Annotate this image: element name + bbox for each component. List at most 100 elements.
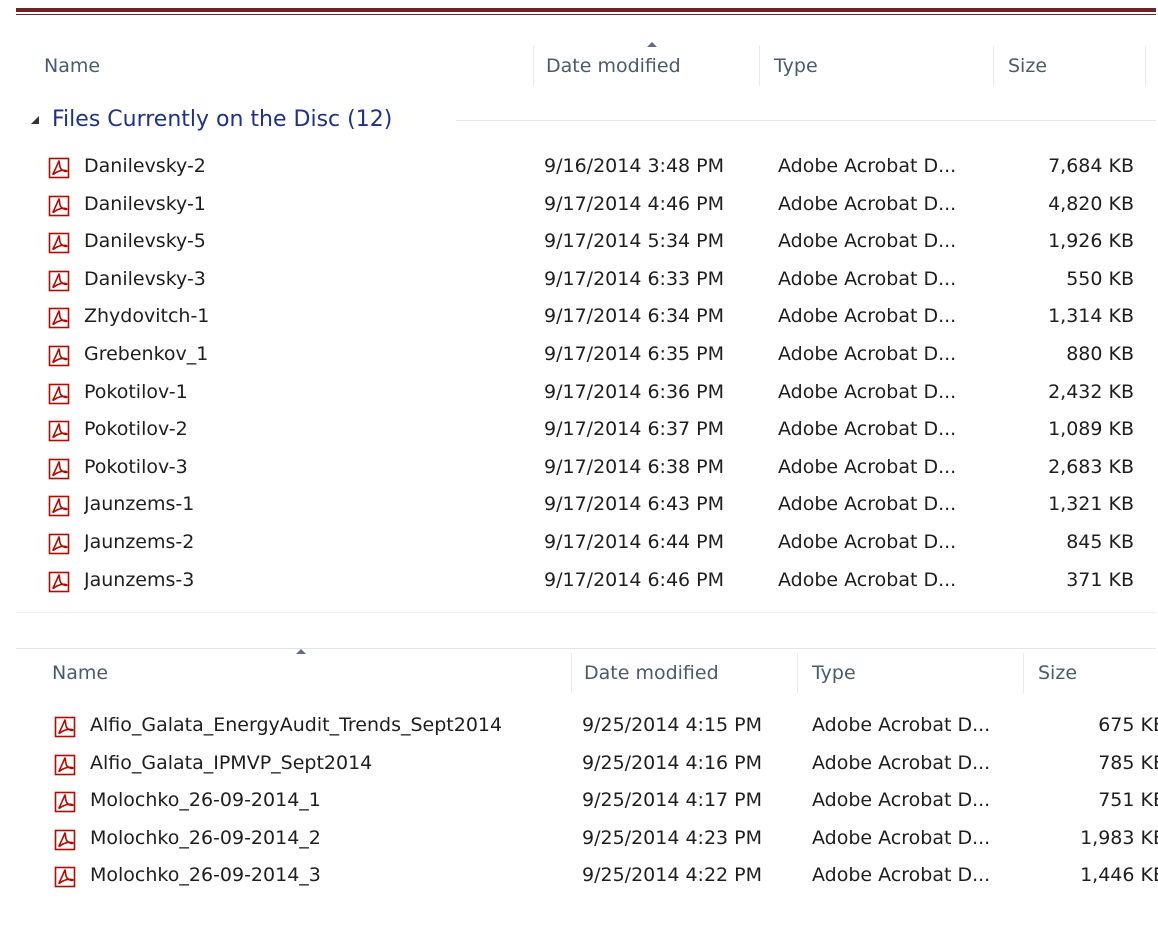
file-type: Adobe Acrobat D...	[778, 380, 957, 403]
file-date-modified: 9/25/2014 4:15 PM	[582, 714, 763, 736]
pdf-file-icon	[48, 383, 70, 404]
file-row[interactable]: Jaunzems-3 9/17/2014 6:46 PM Adobe Acrobat…	[16, 562, 1156, 600]
file-name: Jaunzems-3	[84, 568, 195, 591]
file-size: 2,683 KB	[1048, 455, 1134, 478]
group-title: Files Currently on the Disc (12)	[52, 107, 393, 132]
file-size: 1,321 KB	[1048, 493, 1134, 516]
file-date-modified: 9/17/2014 6:36 PM	[544, 380, 725, 403]
file-name: Jaunzems-1	[84, 493, 195, 516]
column-header-date-modified[interactable]: Date modified	[572, 653, 798, 693]
file-name: Alfio_Galata_EnergyAudit_Trends_Sept2014	[90, 714, 503, 736]
file-date-modified: 9/25/2014 4:17 PM	[582, 789, 763, 812]
file-type: Adobe Acrobat D...	[778, 568, 957, 591]
column-header-name-label: Name	[44, 55, 101, 77]
document-header-rule-thin	[16, 14, 1156, 15]
file-name: Danilevsky-2	[84, 155, 206, 177]
file-name: Danilevsky-5	[84, 230, 206, 253]
file-name: Zhydovitch-1	[84, 305, 210, 328]
column-header-type-label: Type	[774, 55, 818, 77]
file-name: Pokotilov-2	[84, 418, 188, 441]
file-name: Jaunzems-2	[84, 530, 195, 553]
column-header-type-label: Type	[812, 662, 856, 684]
file-row[interactable]: Danilevsky-1 9/17/2014 4:46 PM Adobe Acrob…	[16, 186, 1156, 224]
file-row[interactable]: Molochko_26-09-2014_1 9/25/2014 4:17 PM Ad…	[16, 782, 1158, 820]
sort-ascending-icon	[296, 649, 306, 654]
file-name: Grebenkov_1	[84, 342, 209, 365]
pdf-file-icon	[54, 716, 76, 738]
file-size: 880 KB	[1066, 342, 1134, 365]
pdf-file-icon	[48, 195, 70, 216]
file-date-modified: 9/25/2014 4:23 PM	[582, 826, 763, 849]
column-header-size[interactable]: Size	[996, 46, 1146, 86]
column-header-date-label: Date modified	[546, 55, 681, 77]
file-row[interactable]: Danilevsky-2 9/16/2014 3:48 PM Adobe Acrob…	[16, 148, 1156, 186]
file-size: 4,820 KB	[1048, 192, 1134, 215]
file-row[interactable]: Zhydovitch-1 9/17/2014 6:34 PM Adobe Acrob…	[16, 298, 1156, 336]
file-type: Adobe Acrobat D...	[778, 530, 957, 553]
file-type: Adobe Acrobat D...	[812, 826, 991, 849]
file-size: 785 KB	[1098, 751, 1158, 774]
column-header-row: Name Date modified Type Size	[16, 649, 1156, 693]
pdf-file-icon	[48, 270, 70, 292]
file-size: 371 KB	[1066, 568, 1134, 591]
group-divider	[456, 120, 1156, 121]
file-type: Adobe Acrobat D...	[778, 342, 957, 365]
file-name: Molochko_26-09-2014_2	[90, 826, 321, 849]
column-header-size-label: Size	[1038, 662, 1078, 684]
file-row[interactable]: Danilevsky-5 9/17/2014 5:34 PM Adobe Acrob…	[16, 223, 1156, 261]
file-row[interactable]: Pokotilov-2 9/17/2014 6:37 PM Adobe Acroba…	[16, 411, 1156, 449]
file-size: 1,926 KB	[1048, 230, 1134, 253]
column-header-date-label: Date modified	[584, 662, 719, 684]
file-date-modified: 9/17/2014 6:43 PM	[544, 493, 725, 516]
file-type: Adobe Acrobat D...	[812, 864, 991, 887]
file-type: Adobe Acrobat D...	[778, 230, 957, 253]
file-type: Adobe Acrobat D...	[778, 155, 957, 177]
file-row[interactable]: Jaunzems-2 9/17/2014 6:44 PM Adobe Acrobat…	[16, 524, 1156, 562]
file-type: Adobe Acrobat D...	[778, 455, 957, 478]
file-date-modified: 9/17/2014 6:33 PM	[544, 267, 725, 290]
file-size: 550 KB	[1066, 267, 1134, 290]
column-header-date-modified[interactable]: Date modified	[534, 42, 760, 86]
column-header-type[interactable]: Type	[762, 46, 994, 86]
file-row[interactable]: Danilevsky-3 9/17/2014 6:33 PM Adobe Acrob…	[16, 261, 1156, 299]
file-list: Alfio_Galata_EnergyAudit_Trends_Sept2014…	[16, 707, 1158, 895]
file-date-modified: 9/17/2014 4:46 PM	[544, 192, 725, 215]
file-date-modified: 9/17/2014 6:37 PM	[544, 418, 725, 441]
file-name: Pokotilov-1	[84, 380, 188, 403]
file-name: Molochko_26-09-2014_1	[90, 789, 321, 812]
file-row[interactable]: Pokotilov-1 9/17/2014 6:36 PM Adobe Acroba…	[16, 374, 1156, 412]
pdf-file-icon	[54, 791, 76, 813]
column-header-type[interactable]: Type	[800, 653, 1024, 693]
file-type: Adobe Acrobat D...	[812, 751, 991, 774]
pdf-file-icon	[48, 420, 70, 442]
column-header-row: Name Date modified Type Size	[16, 42, 1156, 86]
collapse-group-icon[interactable]	[28, 113, 42, 127]
pdf-file-icon	[54, 829, 76, 851]
column-header-name[interactable]: Name	[32, 46, 534, 86]
pdf-file-icon	[48, 496, 70, 517]
group-header[interactable]: Files Currently on the Disc (12)	[16, 102, 1156, 138]
file-size: 1,983 KB	[1080, 826, 1158, 849]
file-row[interactable]: Molochko_26-09-2014_3 9/25/2014 4:22 PM Ad…	[16, 857, 1158, 895]
pdf-file-icon	[48, 458, 70, 480]
file-date-modified: 9/17/2014 6:38 PM	[544, 455, 725, 478]
file-size: 1,446 KB	[1080, 864, 1158, 887]
column-header-name[interactable]: Name	[40, 649, 572, 693]
file-size: 7,684 KB	[1048, 155, 1134, 177]
file-row[interactable]: Alfio_Galata_IPMVP_Sept2014 9/25/2014 4:1…	[16, 745, 1158, 783]
column-header-size-label: Size	[1008, 55, 1048, 77]
file-row[interactable]: Jaunzems-1 9/17/2014 6:43 PM Adobe Acrobat…	[16, 486, 1156, 524]
file-row[interactable]: Grebenkov_1 9/17/2014 6:35 PM Adobe Acroba…	[16, 336, 1156, 374]
pdf-file-icon	[48, 533, 70, 555]
file-row[interactable]: Molochko_26-09-2014_2 9/25/2014 4:23 PM Ad…	[16, 820, 1158, 858]
file-type: Adobe Acrobat D...	[778, 493, 957, 516]
explorer-file-list-disc: Name Date modified Type Size Files Curre…	[16, 42, 1156, 613]
file-name: Alfio_Galata_IPMVP_Sept2014	[90, 751, 373, 774]
file-size: 751 KB	[1098, 789, 1158, 812]
file-row[interactable]: Alfio_Galata_EnergyAudit_Trends_Sept2014…	[16, 707, 1158, 745]
file-name: Pokotilov-3	[84, 455, 188, 478]
column-header-size[interactable]: Size	[1026, 653, 1156, 693]
column-header-name-label: Name	[52, 662, 109, 684]
file-size: 675 KB	[1098, 714, 1158, 736]
file-row[interactable]: Pokotilov-3 9/17/2014 6:38 PM Adobe Acroba…	[16, 449, 1156, 487]
